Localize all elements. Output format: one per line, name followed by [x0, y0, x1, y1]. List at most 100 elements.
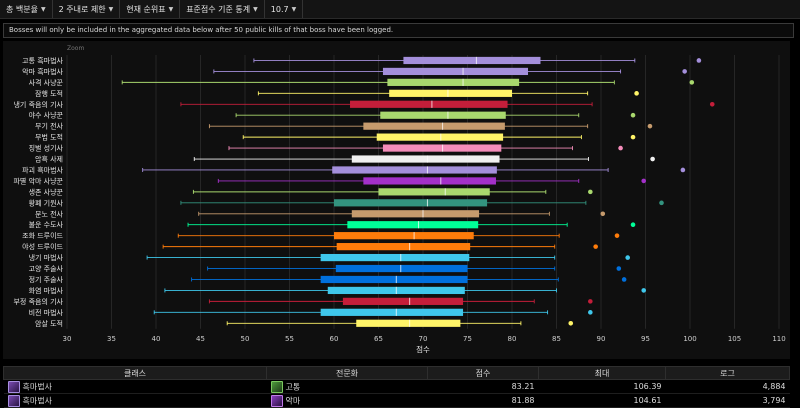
box [334, 232, 474, 240]
outlier-point [621, 277, 627, 282]
x-tick-label: 50 [241, 335, 250, 343]
warlock-class-icon [7, 380, 20, 393]
category-label: 부정 죽음의 기사 [13, 297, 63, 306]
category-label: 야수 사냥꾼 [29, 111, 64, 120]
box [380, 111, 506, 119]
x-tick-label: 105 [728, 335, 741, 343]
category-label: 무기 전사 [35, 122, 64, 131]
menu-percentile[interactable]: 총 백분율 ▼ [0, 0, 53, 18]
box [363, 177, 496, 185]
score-cell: 81.88 [427, 393, 539, 408]
outlier-point [630, 112, 636, 118]
menu-leaderboard-label: 현재 순위표 [126, 4, 166, 14]
x-tick-label: 45 [196, 335, 205, 343]
outlier-point [634, 91, 639, 96]
demonology-spec-icon [270, 394, 283, 407]
caret-down-icon: ▼ [108, 5, 114, 13]
affliction-spec-icon [270, 380, 283, 393]
outlier-point [618, 145, 623, 151]
class-name: 흑마법사 [22, 382, 52, 391]
category-label: 징벌 성기사 [29, 144, 64, 153]
box [378, 188, 490, 196]
col-logs[interactable]: 로그 [665, 366, 790, 380]
menu-stats-mode-label: 표준점수 기준 통계 [186, 4, 251, 14]
outlier-point [682, 69, 687, 74]
class-cell[interactable]: 흑마법사 [3, 393, 267, 408]
box [320, 253, 470, 262]
spec-table: 클래스 전문화 점수 최대 로그 흑마법사 고통 83.21 106.39 4,… [3, 366, 790, 408]
outlier-point [630, 222, 636, 228]
category-label: 암흑 사제 [35, 155, 63, 164]
category-label: 조화 드루이드 [22, 231, 63, 240]
category-label: 불운 수도사 [29, 220, 64, 229]
box [350, 100, 508, 108]
category-label: 고통 흑마법사 [22, 56, 63, 65]
menu-time-limit[interactable]: 2 주내로 제한 ▼ [53, 0, 121, 18]
boxplot-chart: Zoom 30 35 40 45 50 55 60 65 70 75 80 85 90 95 100 105 1… [3, 41, 790, 359]
category-label: 야성 드루이드 [22, 242, 63, 251]
col-max[interactable]: 최대 [538, 366, 666, 380]
spec-cell[interactable]: 악마 [266, 393, 428, 408]
top-menu-bar: 총 백분율 ▼ 2 주내로 제한 ▼ 현재 순위표 ▼ 표준점수 기준 통계 ▼ 10.… [0, 0, 800, 19]
outlier-point [568, 320, 574, 326]
outlier-point [588, 299, 593, 304]
x-tick-label: 35 [107, 335, 116, 343]
box [320, 275, 468, 284]
x-tick-label: 80 [508, 335, 517, 343]
col-spec[interactable]: 전문화 [266, 366, 428, 380]
outlier-point [593, 244, 598, 249]
menu-leaderboard[interactable]: 현재 순위표 ▼ [120, 0, 181, 18]
x-tick-label: 90 [597, 335, 606, 343]
box [347, 221, 479, 229]
outlier-point [696, 58, 702, 63]
box [403, 56, 541, 65]
outlier-point [625, 255, 630, 260]
category-label: 냉기 죽음의 기사 [13, 100, 63, 109]
box [336, 243, 471, 251]
col-class[interactable]: 클래스 [3, 366, 267, 380]
outlier-point [689, 80, 695, 85]
menu-stats-mode[interactable]: 표준점수 기준 통계 ▼ [180, 0, 265, 18]
outlier-point [588, 189, 593, 195]
table-row[interactable]: 흑마법사 고통 83.21 106.39 4,884 [3, 379, 790, 394]
box [334, 199, 488, 207]
warlock-class-icon [7, 394, 20, 407]
outlier-point [647, 123, 653, 129]
x-tick-label: 85 [552, 335, 561, 343]
class-name: 흑마법사 [22, 396, 52, 405]
outlier-point [600, 211, 606, 217]
outlier-point [641, 288, 647, 293]
logs-cell: 3,794 [665, 393, 790, 408]
max-cell: 104.61 [538, 393, 666, 408]
category-label: 무법 도적 [35, 133, 63, 142]
notice-banner: Bosses will only be included in the aggr… [3, 23, 794, 38]
table-header-row: 클래스 전문화 점수 최대 로그 [3, 366, 790, 380]
outlier-point [680, 167, 686, 173]
outlier-point [650, 156, 655, 162]
table-row[interactable]: 흑마법사 악마 81.88 104.61 3,794 [3, 393, 790, 408]
menu-patch[interactable]: 10.7 ▼ [265, 0, 304, 18]
category-label: 암살 도적 [35, 319, 63, 328]
category-label: 파멸 악마 사냥꾼 [13, 176, 63, 185]
box [376, 133, 504, 141]
box [382, 67, 529, 76]
x-tick-label: 110 [772, 335, 785, 343]
box [335, 264, 468, 273]
category-label: 악마 흑마법사 [22, 67, 63, 76]
x-tick-label: 55 [285, 335, 294, 343]
logs-cell: 4,884 [665, 379, 790, 394]
x-tick-label: 60 [330, 335, 339, 343]
outlier-point [709, 101, 715, 107]
outlier-point [659, 200, 664, 206]
col-score[interactable]: 점수 [427, 366, 539, 380]
class-cell[interactable]: 흑마법사 [3, 379, 267, 394]
box [351, 210, 480, 218]
x-tick-label: 65 [374, 335, 383, 343]
outlier-point [588, 310, 593, 315]
spec-cell[interactable]: 고통 [266, 379, 428, 394]
spec-name: 악마 [285, 396, 301, 405]
menu-time-limit-label: 2 주내로 제한 [58, 4, 106, 14]
box [387, 78, 520, 86]
boxplot-svg: 30 35 40 45 50 55 60 65 70 75 80 85 90 95 100 105 110 점수 고… [13, 55, 786, 354]
box [356, 319, 461, 327]
